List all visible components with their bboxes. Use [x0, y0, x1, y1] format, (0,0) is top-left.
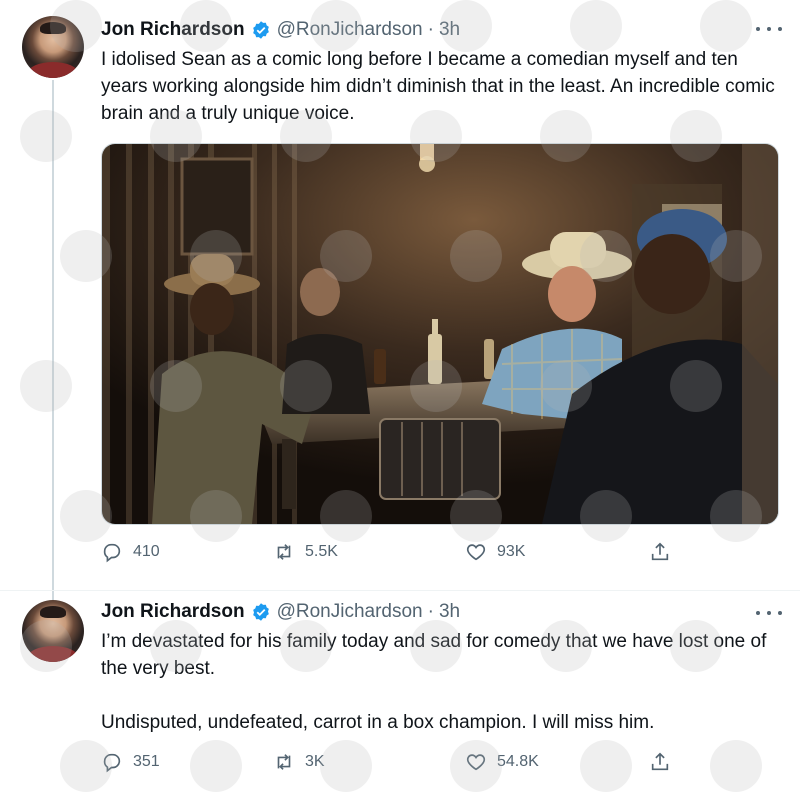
- reply-count: 351: [133, 753, 160, 770]
- verified-badge-icon: [251, 20, 271, 40]
- share-icon: [651, 542, 669, 561]
- share-button[interactable]: [649, 750, 681, 774]
- reply-button[interactable]: 410: [101, 540, 160, 564]
- author-name[interactable]: Jon Richardson: [101, 601, 245, 623]
- timestamp[interactable]: 3h: [439, 19, 460, 41]
- share-icon: [651, 752, 669, 771]
- tweet-text: I’m devastated for his family today and …: [101, 631, 767, 733]
- heart-icon: [466, 544, 486, 561]
- more-options-icon[interactable]: [756, 606, 782, 620]
- tweet-header: Jon Richardson @RonJichardson · 3h: [101, 18, 460, 42]
- tweet[interactable]: Jon Richardson @RonJichardson · 3h I’m d…: [0, 590, 800, 793]
- author-handle[interactable]: @RonJichardson: [277, 19, 423, 41]
- tweet-photo[interactable]: [101, 143, 779, 525]
- like-count: 54.8K: [497, 753, 539, 770]
- retweet-button[interactable]: 5.5K: [273, 540, 338, 564]
- avatar[interactable]: [22, 16, 84, 78]
- verified-badge-icon: [251, 602, 271, 622]
- author-handle[interactable]: @RonJichardson: [277, 601, 423, 623]
- reply-icon: [103, 543, 121, 563]
- tweet-actions: 351 3K 54.8K: [101, 750, 741, 774]
- timestamp[interactable]: 3h: [439, 601, 460, 623]
- reply-icon: [103, 753, 121, 773]
- tweet-text: I idolised Sean as a comic long before I…: [101, 49, 775, 124]
- retweet-icon: [277, 544, 291, 560]
- author-name[interactable]: Jon Richardson: [101, 19, 245, 41]
- share-button[interactable]: [649, 540, 681, 564]
- tweet-actions: 410 5.5K 93K: [101, 540, 741, 564]
- retweet-count: 3K: [305, 753, 325, 770]
- reply-count: 410: [133, 543, 160, 560]
- separator-dot: ·: [427, 19, 434, 40]
- tweet-header: Jon Richardson @RonJichardson · 3h: [101, 600, 460, 624]
- reply-button[interactable]: 351: [101, 750, 160, 774]
- tweet-divider: [0, 590, 800, 591]
- like-button[interactable]: 54.8K: [465, 750, 539, 774]
- separator-dot: ·: [427, 601, 434, 622]
- avatar[interactable]: [22, 600, 84, 662]
- retweet-count: 5.5K: [305, 543, 338, 560]
- like-count: 93K: [497, 543, 526, 560]
- retweet-icon: [277, 754, 291, 770]
- heart-icon: [466, 754, 486, 771]
- tweet[interactable]: Jon Richardson @RonJichardson · 3h I ido…: [0, 0, 800, 590]
- retweet-button[interactable]: 3K: [273, 750, 325, 774]
- like-button[interactable]: 93K: [465, 540, 525, 564]
- more-options-icon[interactable]: [756, 22, 782, 36]
